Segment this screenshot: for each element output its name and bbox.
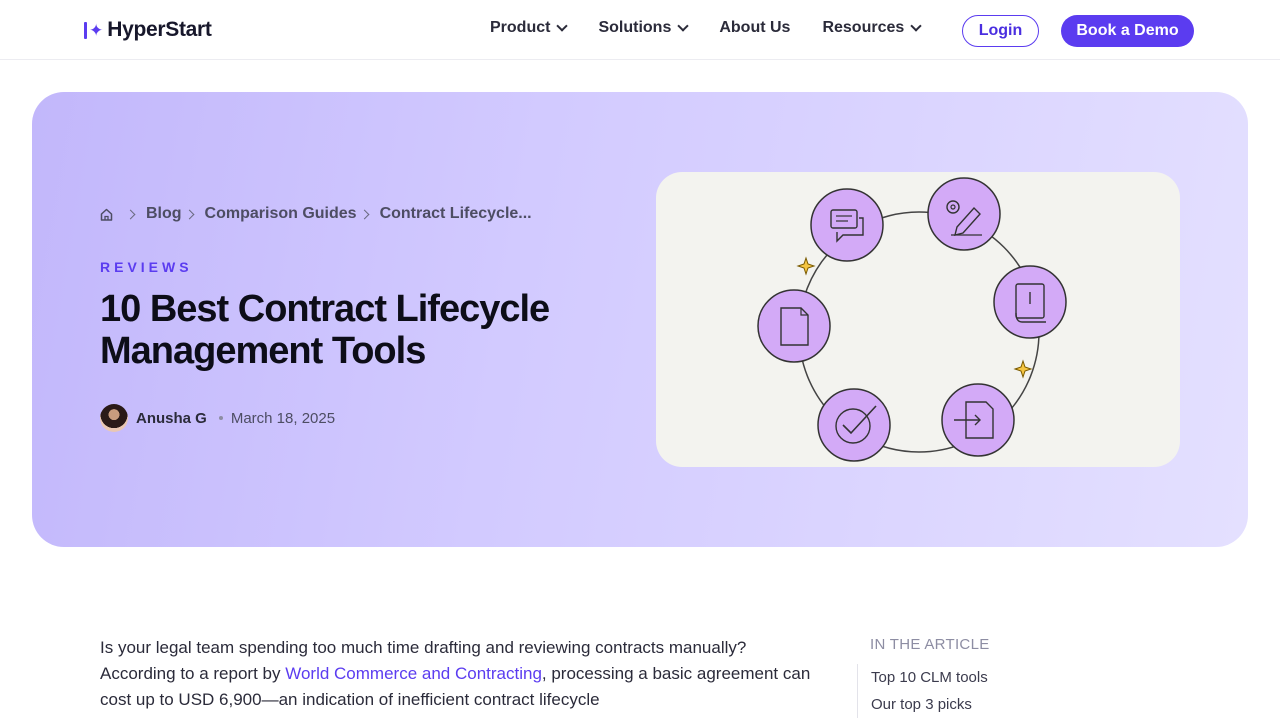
- book-icon: [993, 265, 1067, 339]
- category-tag[interactable]: REVIEWS: [100, 259, 193, 275]
- article-intro: Is your legal team spending too much tim…: [100, 635, 820, 713]
- chevron-down-icon: [556, 20, 569, 32]
- chevron-right-icon: [184, 209, 194, 219]
- sparkle-icon: [796, 256, 816, 276]
- home-icon[interactable]: [100, 208, 113, 221]
- hero-illustration: [656, 172, 1180, 467]
- nav-label: Resources: [822, 19, 905, 36]
- breadcrumb: Blog Comparison Guides Contract Lifecycl…: [100, 205, 532, 223]
- document-arrow-icon: [941, 383, 1015, 457]
- login-button[interactable]: Login: [962, 15, 1039, 47]
- publish-date: March 18, 2025: [230, 409, 336, 427]
- logo-mark-icon: ✦: [84, 18, 103, 42]
- breadcrumb-blog[interactable]: Blog: [146, 205, 182, 223]
- nav-label: About Us: [719, 19, 791, 36]
- chevron-down-icon: [910, 20, 922, 32]
- hero-banner: Blog Comparison Guides Contract Lifecycl…: [32, 92, 1248, 547]
- book-demo-button[interactable]: Book a Demo: [1061, 15, 1194, 47]
- chat-icon: [810, 188, 884, 262]
- toc-item[interactable]: Top 10 CLM tools: [858, 664, 1157, 691]
- table-of-contents: IN THE ARTICLE Top 10 CLM tools Our top …: [857, 634, 1157, 718]
- sparkle-icon: [1013, 359, 1033, 379]
- separator-dot: [218, 416, 223, 420]
- page-title: 10 Best Contract Lifecycle Management To…: [100, 288, 600, 372]
- toc-list: Top 10 CLM tools Our top 3 picks: [857, 664, 1157, 718]
- title-line: Management Tools: [100, 330, 426, 372]
- nav-about-us[interactable]: About Us: [719, 19, 790, 37]
- breadcrumb-comparison-guides[interactable]: Comparison Guides: [205, 205, 357, 223]
- nav-solutions[interactable]: Solutions: [598, 19, 690, 37]
- chevron-down-icon: [677, 20, 690, 32]
- logo-text: HyperStart: [107, 18, 212, 41]
- title-line: 10 Best Contract Lifecycle: [100, 288, 550, 330]
- nav-label: Solutions: [598, 19, 672, 36]
- world-commerce-link[interactable]: World Commerce and Contracting: [285, 664, 542, 683]
- main-nav: Product Solutions About Us Resources: [490, 19, 952, 37]
- lifecycle-diagram: [757, 177, 1067, 462]
- toc-item[interactable]: Our top 3 picks: [858, 691, 1157, 718]
- author-avatar: [100, 404, 128, 432]
- nav-resources[interactable]: Resources: [822, 19, 922, 37]
- checkmark-icon: [817, 388, 891, 462]
- site-header: ✦ HyperStart Product Solutions About Us …: [0, 0, 1280, 60]
- chevron-right-icon: [125, 209, 136, 219]
- author-name[interactable]: Anusha G: [136, 410, 207, 427]
- breadcrumb-current: Contract Lifecycle...: [379, 205, 532, 222]
- toc-heading: IN THE ARTICLE: [870, 636, 990, 653]
- byline: Anusha G March 18, 2025: [100, 404, 335, 432]
- gear-pencil-icon: [927, 177, 1001, 251]
- document-icon: [757, 289, 831, 363]
- logo[interactable]: ✦ HyperStart: [84, 18, 212, 42]
- nav-label: Product: [490, 19, 551, 36]
- chevron-right-icon: [359, 209, 370, 219]
- nav-product[interactable]: Product: [490, 19, 569, 37]
